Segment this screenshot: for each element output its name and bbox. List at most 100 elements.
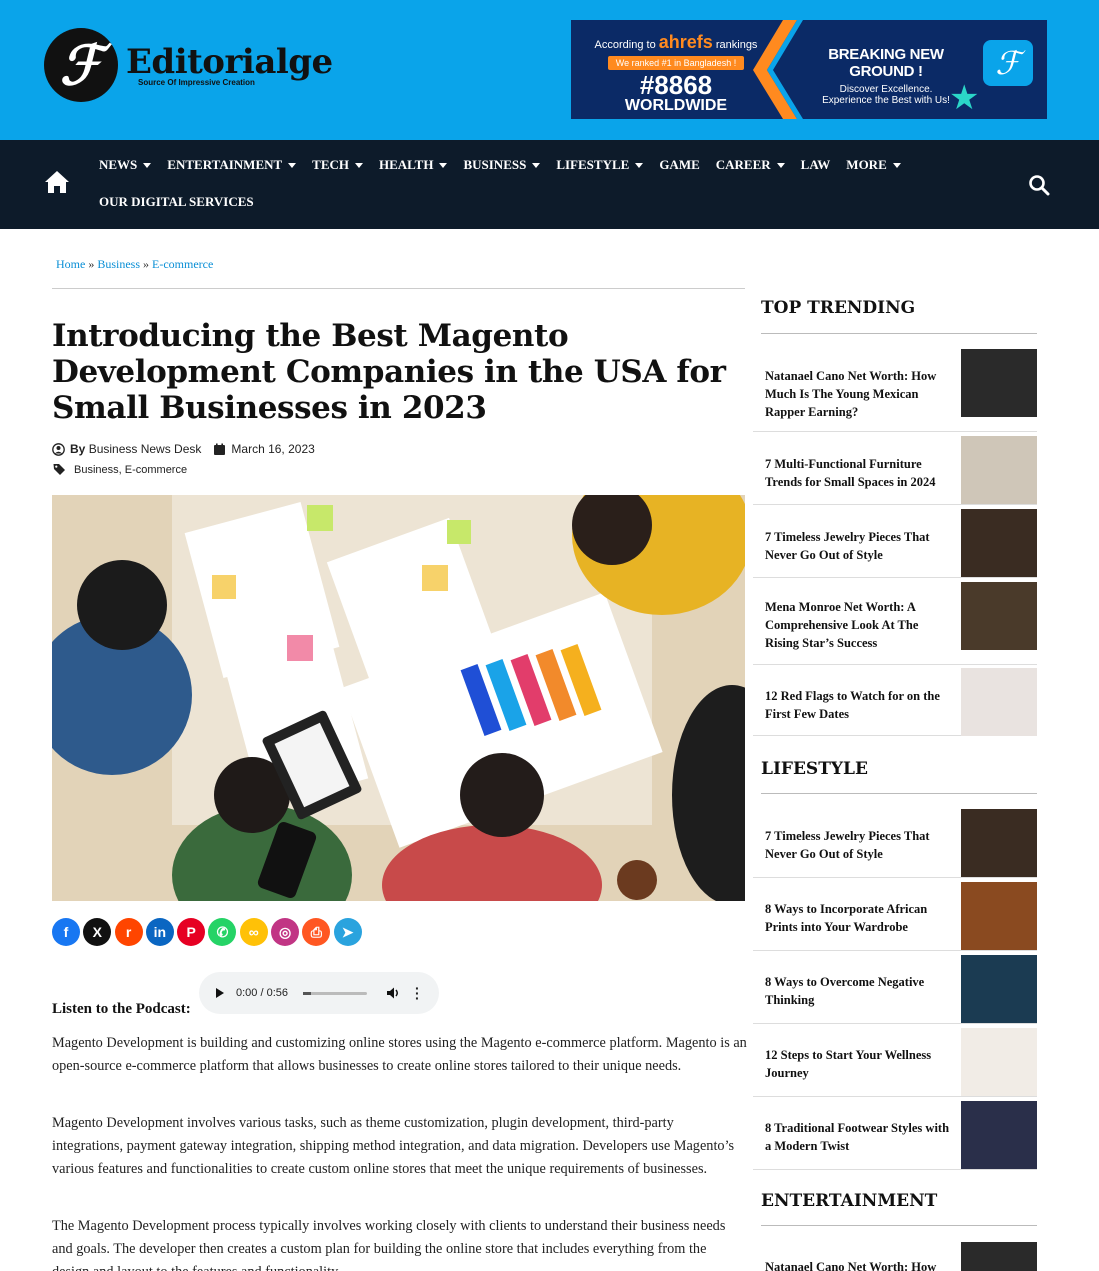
- sidebar-section-title: TOP TRENDING: [761, 298, 916, 318]
- sidebar-article-card[interactable]: 8 Ways to Incorporate African Prints int…: [753, 882, 1037, 951]
- sidebar-article-thumbnail[interactable]: [961, 882, 1037, 950]
- logo-mark-icon: ℱ: [44, 28, 118, 102]
- ad-banner[interactable]: According to ahrefs rankings We ranked #…: [571, 20, 1047, 119]
- x-icon[interactable]: X: [83, 918, 112, 946]
- star-icon: ★: [949, 79, 980, 117]
- sidebar-article-title[interactable]: 7 Timeless Jewelry Pieces That Never Go …: [765, 827, 953, 863]
- chevron-down-icon: [143, 162, 152, 168]
- sidebar-article-title[interactable]: 7 Multi-Functional Furniture Trends for …: [765, 455, 953, 491]
- sidebar-article-card[interactable]: 7 Timeless Jewelry Pieces That Never Go …: [753, 509, 1037, 578]
- breadcrumb-business[interactable]: Business: [97, 257, 140, 271]
- sidebar-article-card[interactable]: 12 Red Flags to Watch for on the First F…: [753, 668, 1037, 736]
- nav-item-label: LAW: [800, 157, 831, 172]
- sidebar-section-title: ENTERTAINMENT: [761, 1191, 938, 1211]
- nav-item-label: BUSINESS: [463, 157, 527, 172]
- nav-item-label: CAREER: [715, 157, 771, 172]
- sidebar-article-title[interactable]: 7 Timeless Jewelry Pieces That Never Go …: [765, 528, 953, 564]
- audio-player[interactable]: 0:00 / 0:56 · · ·: [199, 972, 439, 1014]
- sidebar-article-title[interactable]: Mena Monroe Net Worth: A Comprehensive L…: [765, 598, 953, 652]
- sidebar-article-thumbnail[interactable]: [961, 582, 1037, 650]
- whatsapp-icon[interactable]: ✆: [208, 918, 237, 946]
- nav-item-news[interactable]: NEWS: [99, 157, 152, 173]
- sidebar-article-card[interactable]: 7 Timeless Jewelry Pieces That Never Go …: [753, 809, 1037, 878]
- telegram-icon[interactable]: ➤: [333, 918, 362, 946]
- home-icon[interactable]: [44, 170, 70, 194]
- copy-link-icon[interactable]: ∞: [239, 918, 268, 946]
- sidebar-article-card[interactable]: 7 Multi-Functional Furniture Trends for …: [753, 436, 1037, 505]
- sidebar-article-thumbnail[interactable]: [961, 509, 1037, 577]
- site-logo[interactable]: ℱ Editorialge Source Of Impressive Creat…: [44, 28, 333, 102]
- breadcrumb-home[interactable]: Home: [56, 257, 85, 271]
- play-icon[interactable]: [216, 988, 224, 998]
- sidebar-article-title[interactable]: Natanael Cano Net Worth: How Much Is The…: [765, 1258, 953, 1271]
- sidebar-article-title[interactable]: 8 Ways to Incorporate African Prints int…: [765, 900, 953, 936]
- nav-item-career[interactable]: CAREER: [716, 157, 785, 173]
- sidebar-article-title[interactable]: 8 Traditional Footwear Styles with a Mod…: [765, 1119, 953, 1155]
- nav-item-game[interactable]: GAME: [659, 157, 699, 173]
- article-hero-image: [52, 495, 745, 901]
- sidebar-article-card[interactable]: 8 Ways to Overcome Negative Thinking: [753, 955, 1037, 1024]
- sidebar-article-thumbnail[interactable]: [961, 1101, 1037, 1169]
- nav-item-label: OUR DIGITAL SERVICES: [99, 194, 254, 209]
- search-icon[interactable]: [1028, 174, 1050, 196]
- share-bar: f Xr in P ✆ ∞ ◎ ⎙ ➤: [52, 918, 365, 946]
- breadcrumb-ecommerce[interactable]: E-commerce: [152, 257, 213, 271]
- sidebar-article-card[interactable]: Natanael Cano Net Worth: How Much Is The…: [753, 349, 1037, 432]
- nav-item-entertainment[interactable]: ENTERTAINMENT: [167, 157, 297, 173]
- sidebar-article-card[interactable]: Natanael Cano Net Worth: How Much Is The…: [753, 1242, 1037, 1271]
- ad-according-text: According to: [594, 39, 656, 51]
- divider: [761, 1225, 1037, 1226]
- sidebar-article-thumbnail[interactable]: [961, 809, 1037, 877]
- more-options-icon[interactable]: · · ·: [415, 981, 420, 1005]
- sidebar-article-title[interactable]: 12 Red Flags to Watch for on the First F…: [765, 687, 953, 723]
- nav-item-our-digital-services[interactable]: OUR DIGITAL SERVICES: [99, 194, 254, 210]
- reddit-icon[interactable]: r: [114, 918, 143, 946]
- chevron-down-icon: [532, 162, 541, 168]
- article-paragraph: Magento Development involves various tas…: [52, 1115, 735, 1177]
- nav-item-law[interactable]: LAW: [801, 157, 831, 173]
- sidebar-article-thumbnail[interactable]: [961, 436, 1037, 504]
- nav-item-health[interactable]: HEALTH: [379, 157, 448, 173]
- chevron-down-icon: [439, 162, 448, 168]
- divider: [52, 288, 745, 289]
- by-label: By: [70, 442, 86, 456]
- article-title: Introducing the Best Magento Development…: [52, 318, 726, 426]
- sidebar-article-card[interactable]: 8 Traditional Footwear Styles with a Mod…: [753, 1101, 1037, 1170]
- nav-item-tech[interactable]: TECH: [312, 157, 364, 173]
- publish-date: March 16, 2023: [231, 442, 315, 456]
- ad-headline: BREAKING NEW GROUND !: [828, 46, 944, 80]
- nav-item-lifestyle[interactable]: LIFESTYLE: [556, 157, 644, 173]
- sidebar-article-card[interactable]: Mena Monroe Net Worth: A Comprehensive L…: [753, 582, 1037, 665]
- sidebar-article-thumbnail[interactable]: [961, 349, 1037, 417]
- volume-icon[interactable]: [386, 986, 400, 1000]
- author-link[interactable]: Business News Desk: [89, 442, 202, 456]
- nav-item-business[interactable]: BUSINESS: [463, 157, 541, 173]
- nav-item-label: NEWS: [99, 157, 138, 172]
- linkedin-icon[interactable]: in: [145, 918, 174, 946]
- sidebar-article-card[interactable]: 12 Steps to Start Your Wellness Journey: [753, 1028, 1037, 1097]
- chevron-down-icon: [355, 162, 364, 168]
- sidebar-article-title[interactable]: Natanael Cano Net Worth: How Much Is The…: [765, 367, 953, 421]
- audio-progress-track[interactable]: [303, 992, 367, 995]
- sidebar-article-thumbnail[interactable]: [961, 1242, 1037, 1271]
- chevron-down-icon: [635, 162, 644, 168]
- ad-logo-icon: ℱ: [983, 40, 1033, 86]
- nav-row-secondary: OUR DIGITAL SERVICES: [99, 194, 270, 210]
- article-paragraph: The Magento Development process typicall…: [52, 1218, 726, 1271]
- category-links[interactable]: Business, E-commerce: [74, 464, 187, 476]
- facebook-icon[interactable]: f: [52, 918, 80, 946]
- sidebar-article-title[interactable]: 12 Steps to Start Your Wellness Journey: [765, 1046, 953, 1082]
- user-icon: [52, 442, 65, 456]
- nav-item-more[interactable]: MORE: [846, 157, 901, 173]
- breadcrumb-separator: »: [143, 257, 150, 271]
- pinterest-icon[interactable]: P: [177, 918, 206, 946]
- sidebar-article-thumbnail[interactable]: [961, 955, 1037, 1023]
- instagram-icon[interactable]: ◎: [271, 918, 300, 946]
- audio-time: 0:00 / 0:56: [236, 987, 288, 999]
- chevron-down-icon: [288, 162, 297, 168]
- sidebar-article-thumbnail[interactable]: [961, 1028, 1037, 1096]
- nav-item-label: GAME: [659, 157, 700, 172]
- sidebar-article-thumbnail[interactable]: [961, 668, 1037, 736]
- print-icon[interactable]: ⎙: [302, 918, 331, 946]
- sidebar-article-title[interactable]: 8 Ways to Overcome Negative Thinking: [765, 973, 953, 1009]
